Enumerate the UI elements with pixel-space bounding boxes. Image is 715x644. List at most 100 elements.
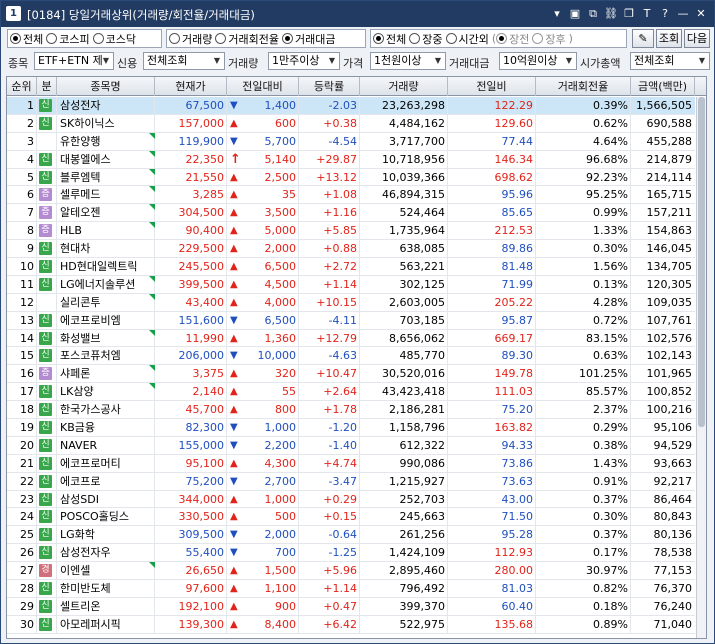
name-cell[interactable]: 삼성전자우 <box>57 544 155 561</box>
settings-icon[interactable]: ✎ <box>632 29 654 48</box>
name-cell[interactable]: 에코프로머티 <box>57 455 155 472</box>
name-cell[interactable]: 블루엠텍 <box>57 168 155 186</box>
session_sub-radio-0[interactable]: 장전 <box>496 31 529 47</box>
multi-window-icon[interactable]: ❐ <box>622 5 636 22</box>
memo-icon[interactable]: ▣ <box>568 5 582 22</box>
session-radio-2[interactable]: 시간외 <box>445 31 489 47</box>
name-cell[interactable]: 에코프로비엠 <box>57 312 155 329</box>
table-row[interactable]: 2 신 SK하이닉스 157,000 ▲ 600 +0.38 4,484,162 129.60 0… <box>7 114 695 133</box>
table-row[interactable]: 13 신 에코프로비엠 151,600 ▼ 6,500 -4.11 703,185 95.87 0… <box>7 311 695 330</box>
header-3[interactable]: 현재가 <box>155 77 227 96</box>
table-row[interactable]: 11 신 LG에너지솔루션 399,500 ▲ 4,500 +1.14 302,125 71.9… <box>7 275 695 294</box>
table-row[interactable]: 16 증 샤페론 3,375 ▲ 320 +10.47 30,520,016 149.78 101… <box>7 365 695 384</box>
session-radio-0[interactable]: 전체 <box>373 31 406 47</box>
market-radio-2[interactable]: 코스닥 <box>92 31 136 47</box>
link-icon[interactable]: ⛓ <box>604 5 618 22</box>
stock-name[interactable]: HLB <box>60 224 82 237</box>
stock-name[interactable]: 포스코퓨처엠 <box>60 349 121 362</box>
header-9[interactable]: 금액(백만) <box>631 77 695 96</box>
stock-name[interactable]: 에코프로비엠 <box>60 314 121 327</box>
vertical-scrollbar[interactable] <box>696 97 706 638</box>
minimize-icon[interactable]: — <box>676 5 690 22</box>
stock-name[interactable]: 셀루메드 <box>60 188 100 201</box>
name-cell[interactable]: 셀루메드 <box>57 186 155 203</box>
table-row[interactable]: 20 신 NAVER 155,000 ▼ 2,200 -1.40 612,322 94.33 0.… <box>7 436 695 455</box>
name-cell[interactable]: 셀트리온 <box>57 598 155 615</box>
query-button[interactable]: 조회 <box>656 29 682 48</box>
table-row[interactable]: 24 신 POSCO홀딩스 330,500 ▲ 500 +0.15 245,663 71.50 0… <box>7 508 695 527</box>
table-row[interactable]: 28 신 한미반도체 97,600 ▲ 1,100 +1.14 796,492 81.03 0.8… <box>7 580 695 598</box>
stock-name[interactable]: 유한양행 <box>60 135 100 148</box>
stock-name[interactable]: LG화학 <box>60 528 95 541</box>
stock-name[interactable]: 블루엠텍 <box>60 171 100 184</box>
table-row[interactable]: 7 증 알테오젠 304,500 ▲ 3,500 +1.16 524,464 85.65 0.99… <box>7 204 695 223</box>
stock-name[interactable]: 샤페론 <box>60 367 90 380</box>
table-row[interactable]: 29 신 셀트리온 192,100 ▲ 900 +0.47 399,370 60.40 0.18%… <box>7 597 695 616</box>
table-row[interactable]: 27 경 이엔셀 26,650 ▲ 1,500 +5.96 2,895,460 280.00 30… <box>7 562 695 581</box>
stock-name[interactable]: 화성밸브 <box>60 332 100 345</box>
header-1[interactable]: 분 <box>37 77 57 96</box>
name-cell[interactable]: 포스코퓨처엠 <box>57 347 155 364</box>
table-row[interactable]: 12 실리콘투 43,400 ▲ 4,000 +10.15 2,603,005 205.22 4… <box>7 293 695 312</box>
sort-radio-0[interactable]: 거래량 <box>169 31 212 47</box>
header-4[interactable]: 전일대비 <box>227 77 299 96</box>
table-row[interactable]: 19 신 KB금융 82,300 ▼ 1,000 -1.20 1,158,796 163.82 0… <box>7 419 695 437</box>
volume-select[interactable]: 1만주이상 ▼ <box>268 52 340 70</box>
stock-name[interactable]: POSCO홀딩스 <box>60 510 129 523</box>
table-row[interactable]: 14 신 화성밸브 11,990 ▲ 1,360 +12.79 8,656,062 669.17… <box>7 329 695 348</box>
name-cell[interactable]: HLB <box>57 222 155 239</box>
sort-radio-2[interactable]: 거래대금 <box>281 31 335 47</box>
name-cell[interactable]: LK삼양 <box>57 383 155 400</box>
next-button[interactable]: 다음 <box>684 29 710 48</box>
scrollbar-thumb[interactable] <box>698 97 705 427</box>
stock-name[interactable]: 한미반도체 <box>60 582 111 595</box>
header-8[interactable]: 거래회전율 <box>536 77 631 96</box>
amount-select[interactable]: 10억원이상 ▼ <box>499 52 577 70</box>
stock-name[interactable]: 에코프로 <box>60 475 100 488</box>
stock-name[interactable]: 에코프로머티 <box>60 457 121 470</box>
cap-select[interactable]: 전체조회 ▼ <box>630 52 710 70</box>
name-cell[interactable]: 화성밸브 <box>57 329 155 347</box>
table-row[interactable]: 9 신 현대차 229,500 ▲ 2,000 +0.88 638,085 89.86 0.30%… <box>7 240 695 259</box>
name-cell[interactable]: 삼성SDI <box>57 491 155 508</box>
header-0[interactable]: 순위 <box>7 77 37 96</box>
item-select[interactable]: ETF+ETN 제 ▼ <box>34 52 114 70</box>
table-row[interactable]: 5 신 블루엠텍 21,550 ▲ 2,500 +13.12 10,039,366 698.62… <box>7 168 695 187</box>
stock-name[interactable]: 이엔셀 <box>60 564 90 577</box>
name-cell[interactable]: 현대차 <box>57 240 155 257</box>
chevron-down-icon[interactable]: ▾ <box>550 5 564 22</box>
table-row[interactable]: 23 신 삼성SDI 344,000 ▲ 1,000 +0.29 252,703 43.00 0.… <box>7 490 695 509</box>
name-cell[interactable]: HD현대일렉트릭 <box>57 258 155 275</box>
name-cell[interactable]: 이엔셀 <box>57 562 155 579</box>
name-cell[interactable]: LG화학 <box>57 526 155 543</box>
name-cell[interactable]: NAVER <box>57 437 155 454</box>
table-row[interactable]: 6 증 셀루메드 3,285 ▲ 35 +1.08 46,894,315 95.96 95.25%… <box>7 186 695 205</box>
stock-name[interactable]: 삼성SDI <box>60 493 99 506</box>
name-cell[interactable]: KB금융 <box>57 419 155 436</box>
table-row[interactable]: 21 신 에코프로머티 95,100 ▲ 4,300 +4.74 990,086 73.86 1.… <box>7 454 695 473</box>
price-select[interactable]: 1천원이상 ▼ <box>370 52 446 70</box>
name-cell[interactable]: 아모레퍼시픽 <box>57 616 155 633</box>
name-cell[interactable]: 에코프로 <box>57 473 155 490</box>
session-radio-1[interactable]: 장중 <box>409 31 443 47</box>
stock-name[interactable]: LG에너지솔루션 <box>60 278 135 291</box>
table-row[interactable]: 10 신 HD현대일렉트릭 245,500 ▲ 6,500 +2.72 563,221 81.4… <box>7 258 695 276</box>
help-icon[interactable]: ? <box>658 5 672 22</box>
table-row[interactable]: 15 신 포스코퓨처엠 206,000 ▼ 10,000 -4.63 485,770 89.30… <box>7 347 695 366</box>
table-row[interactable]: 17 신 LK삼양 2,140 ▲ 55 +2.64 43,423,418 111.03 85.5… <box>7 383 695 402</box>
market-radio-0[interactable]: 전체 <box>10 31 43 47</box>
name-cell[interactable]: POSCO홀딩스 <box>57 508 155 525</box>
name-cell[interactable]: 한미반도체 <box>57 580 155 597</box>
name-cell[interactable]: 대봉엘에스 <box>57 150 155 168</box>
session_sub-radio-1[interactable]: 장후 <box>532 31 566 47</box>
stock-name[interactable]: 셀트리온 <box>60 600 100 613</box>
header-7[interactable]: 전일비 <box>448 77 536 96</box>
name-cell[interactable]: 실리콘투 <box>57 293 155 311</box>
close-icon[interactable]: ✕ <box>694 5 708 22</box>
market-radio-1[interactable]: 코스피 <box>46 31 90 47</box>
name-cell[interactable]: SK하이닉스 <box>57 115 155 132</box>
table-row[interactable]: 25 신 LG화학 309,500 ▼ 2,000 -0.64 261,256 95.28 0.3… <box>7 526 695 545</box>
name-cell[interactable]: 삼성전자 <box>57 97 155 114</box>
name-cell[interactable]: 유한양행 <box>57 132 155 150</box>
table-row[interactable]: 22 신 에코프로 75,200 ▼ 2,700 -3.47 1,215,927 73.63 0.… <box>7 472 695 491</box>
